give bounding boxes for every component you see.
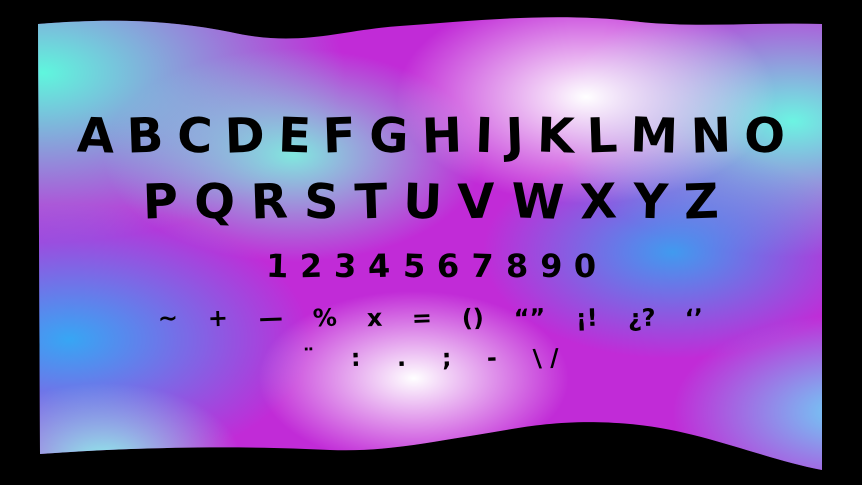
glyph-o: O <box>743 107 787 165</box>
glyph-digit-5: 5 <box>402 246 426 286</box>
glyph-single-quotes: ‘’ <box>684 303 704 333</box>
glyph-digit-0: 0 <box>573 246 597 286</box>
glyph-semicolon: ; <box>440 343 452 373</box>
uppercase-row-a-to-o: A B C D E F G H I J K L M N O <box>0 107 862 172</box>
glyph-diaeresis: ¨ <box>302 343 316 373</box>
glyph-k: K <box>535 107 575 165</box>
glyph-percent: % <box>311 303 337 333</box>
alphabet-specimen: A B C D E F G H I J K L M N O P Q R S T … <box>0 0 862 485</box>
glyph-digit-3: 3 <box>333 246 358 286</box>
glyph-j: J <box>504 107 525 165</box>
glyph-digit-4: 4 <box>367 246 392 286</box>
glyph-digit-7: 7 <box>470 246 495 286</box>
uppercase-row-p-to-z: P Q R S T U V W X Y Z <box>0 173 862 238</box>
glyph-v: V <box>457 173 497 231</box>
glyph-e: E <box>276 107 312 165</box>
glyph-t: T <box>353 173 389 231</box>
glyph-r: R <box>249 173 289 231</box>
digits-row: 1 2 3 4 5 6 7 8 9 0 <box>0 246 862 290</box>
glyph-u: U <box>402 173 444 231</box>
glyph-slashes: \ / <box>532 343 560 373</box>
glyph-plus: + <box>207 303 229 333</box>
glyph-digit-8: 8 <box>504 246 529 286</box>
glyph-double-quotes: “” <box>513 303 546 333</box>
glyph-digit-9: 9 <box>539 246 563 286</box>
glyph-multiply: x <box>365 303 383 333</box>
glyph-i: I <box>474 107 494 165</box>
glyph-q: Q <box>193 173 237 231</box>
glyph-s: S <box>303 173 340 231</box>
glyph-w: W <box>510 173 566 231</box>
glyph-z: Z <box>682 173 720 231</box>
glyph-parentheses: () <box>461 303 485 333</box>
glyph-b: B <box>125 107 165 165</box>
glyph-digit-1: 1 <box>265 246 289 286</box>
glyph-n: N <box>689 107 733 165</box>
glyph-y: Y <box>632 173 670 231</box>
punctuation-row-2: ¨ : . ; - \ / <box>0 343 862 380</box>
glyph-a: A <box>76 107 116 165</box>
glyph-hyphen: - <box>486 343 498 373</box>
glyph-h: H <box>420 107 463 165</box>
glyph-em-dash: — <box>257 303 283 333</box>
glyph-p: P <box>141 173 179 231</box>
glyph-equals: = <box>411 303 433 333</box>
glyph-m: M <box>629 107 680 165</box>
glyph-period: . <box>395 343 406 373</box>
font-specimen-canvas: A B C D E F G H I J K L M N O P Q R S T … <box>0 0 862 485</box>
glyph-digit-2: 2 <box>299 246 323 286</box>
punctuation-row-1: ~ + — % x = () “” ¡! ¿? ‘’ <box>0 303 862 340</box>
glyph-tilde: ~ <box>157 303 179 333</box>
glyph-c: C <box>175 107 214 165</box>
glyph-exclamation-marks: ¡! <box>575 303 598 333</box>
glyph-question-marks: ¿? <box>626 303 656 333</box>
glyph-colon: : <box>350 343 361 373</box>
glyph-f: F <box>322 107 358 165</box>
glyph-digit-6: 6 <box>436 246 460 286</box>
glyph-g: G <box>368 107 410 165</box>
glyph-l: L <box>585 107 619 165</box>
glyph-x: X <box>579 173 619 231</box>
glyph-d: D <box>223 107 266 165</box>
